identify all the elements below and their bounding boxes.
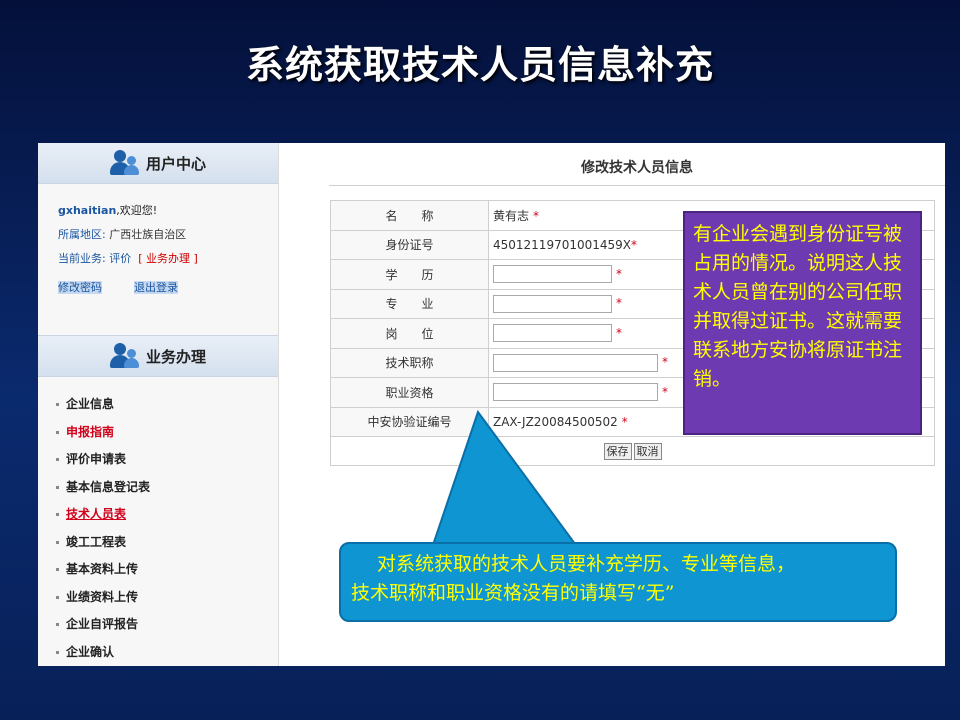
callout-line-1: 对系统获取的技术人员要补充学历、专业等信息， — [377, 553, 796, 575]
callout-line-2: 技术职称和职业资格没有的请填写“无” — [351, 582, 675, 604]
callout-pointer-shape — [430, 409, 580, 549]
supplement-info-callout: 对系统获取的技术人员要补充学历、专业等信息， 技术职称和职业资格没有的请填写“无… — [339, 542, 897, 622]
